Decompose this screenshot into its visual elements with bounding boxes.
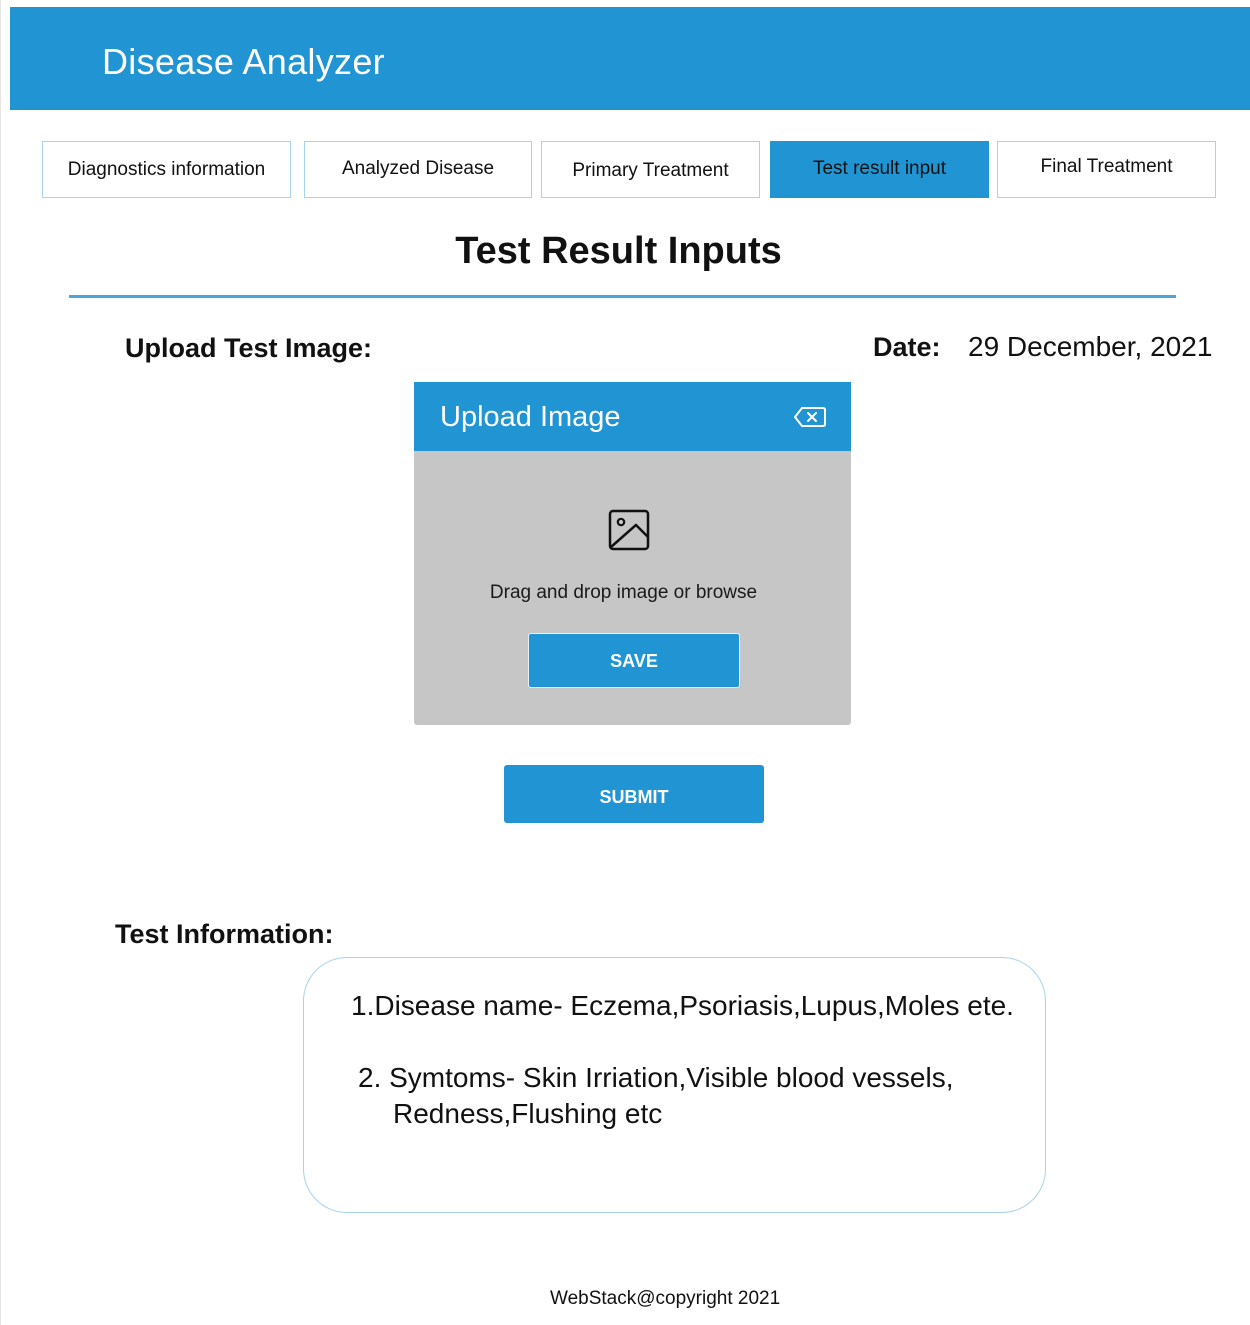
test-info-line: Redness,Flushing etc [393, 1098, 663, 1129]
test-information-label: Test Information: [115, 919, 334, 949]
upload-dialog-header: Upload Image [414, 382, 851, 451]
tab-label: Diagnostics information [67, 158, 266, 180]
tab-analyzed-disease[interactable]: Analyzed Disease [304, 141, 532, 198]
footer-copyright: WebStack@copyright 2021 [550, 1288, 781, 1309]
tab-final-treatment[interactable]: Final Treatment [997, 141, 1216, 198]
save-button-label: SAVE [610, 651, 658, 671]
tab-test-result-input[interactable]: Test result input [770, 141, 989, 198]
backspace-close-icon[interactable] [793, 406, 827, 428]
submit-button-label: SUBMIT [599, 786, 669, 807]
upload-test-image-label: Upload Test Image: [125, 333, 373, 363]
tab-label: Test result input [812, 157, 947, 179]
date-label: Date: [873, 332, 941, 362]
upload-image-dialog[interactable]: Upload Image Drag and drop image or brow… [414, 382, 851, 725]
app-header: Disease Analyzer [10, 7, 1250, 110]
upload-dialog-title: Upload Image [440, 401, 621, 433]
test-info-line: 1.Disease name- Eczema,Psoriasis,Lupus,M… [351, 990, 1014, 1021]
date-value: 29 December, 2021 [968, 331, 1213, 362]
test-info-line: 2. Symtoms- Skin Irriation,Visible blood… [358, 1062, 954, 1093]
app-title: Disease Analyzer [102, 41, 385, 82]
tab-label: Analyzed Disease [341, 157, 495, 179]
title-divider [69, 295, 1176, 298]
tab-diagnostics-information[interactable]: Diagnostics information [42, 141, 291, 198]
page: Disease Analyzer Diagnostics information… [0, 0, 1250, 1325]
drop-zone-text[interactable]: Drag and drop image or browse [414, 582, 833, 604]
submit-button[interactable]: SUBMIT [504, 765, 764, 823]
tab-label: Final Treatment [1040, 156, 1173, 177]
test-information-box: 1.Disease name- Eczema,Psoriasis,Lupus,M… [303, 957, 1046, 1213]
page-title: Test Result Inputs [455, 230, 782, 272]
tab-primary-treatment[interactable]: Primary Treatment [541, 141, 760, 198]
save-button[interactable]: SAVE [528, 633, 740, 688]
tab-label: Primary Treatment [572, 160, 729, 181]
image-icon [608, 509, 650, 551]
